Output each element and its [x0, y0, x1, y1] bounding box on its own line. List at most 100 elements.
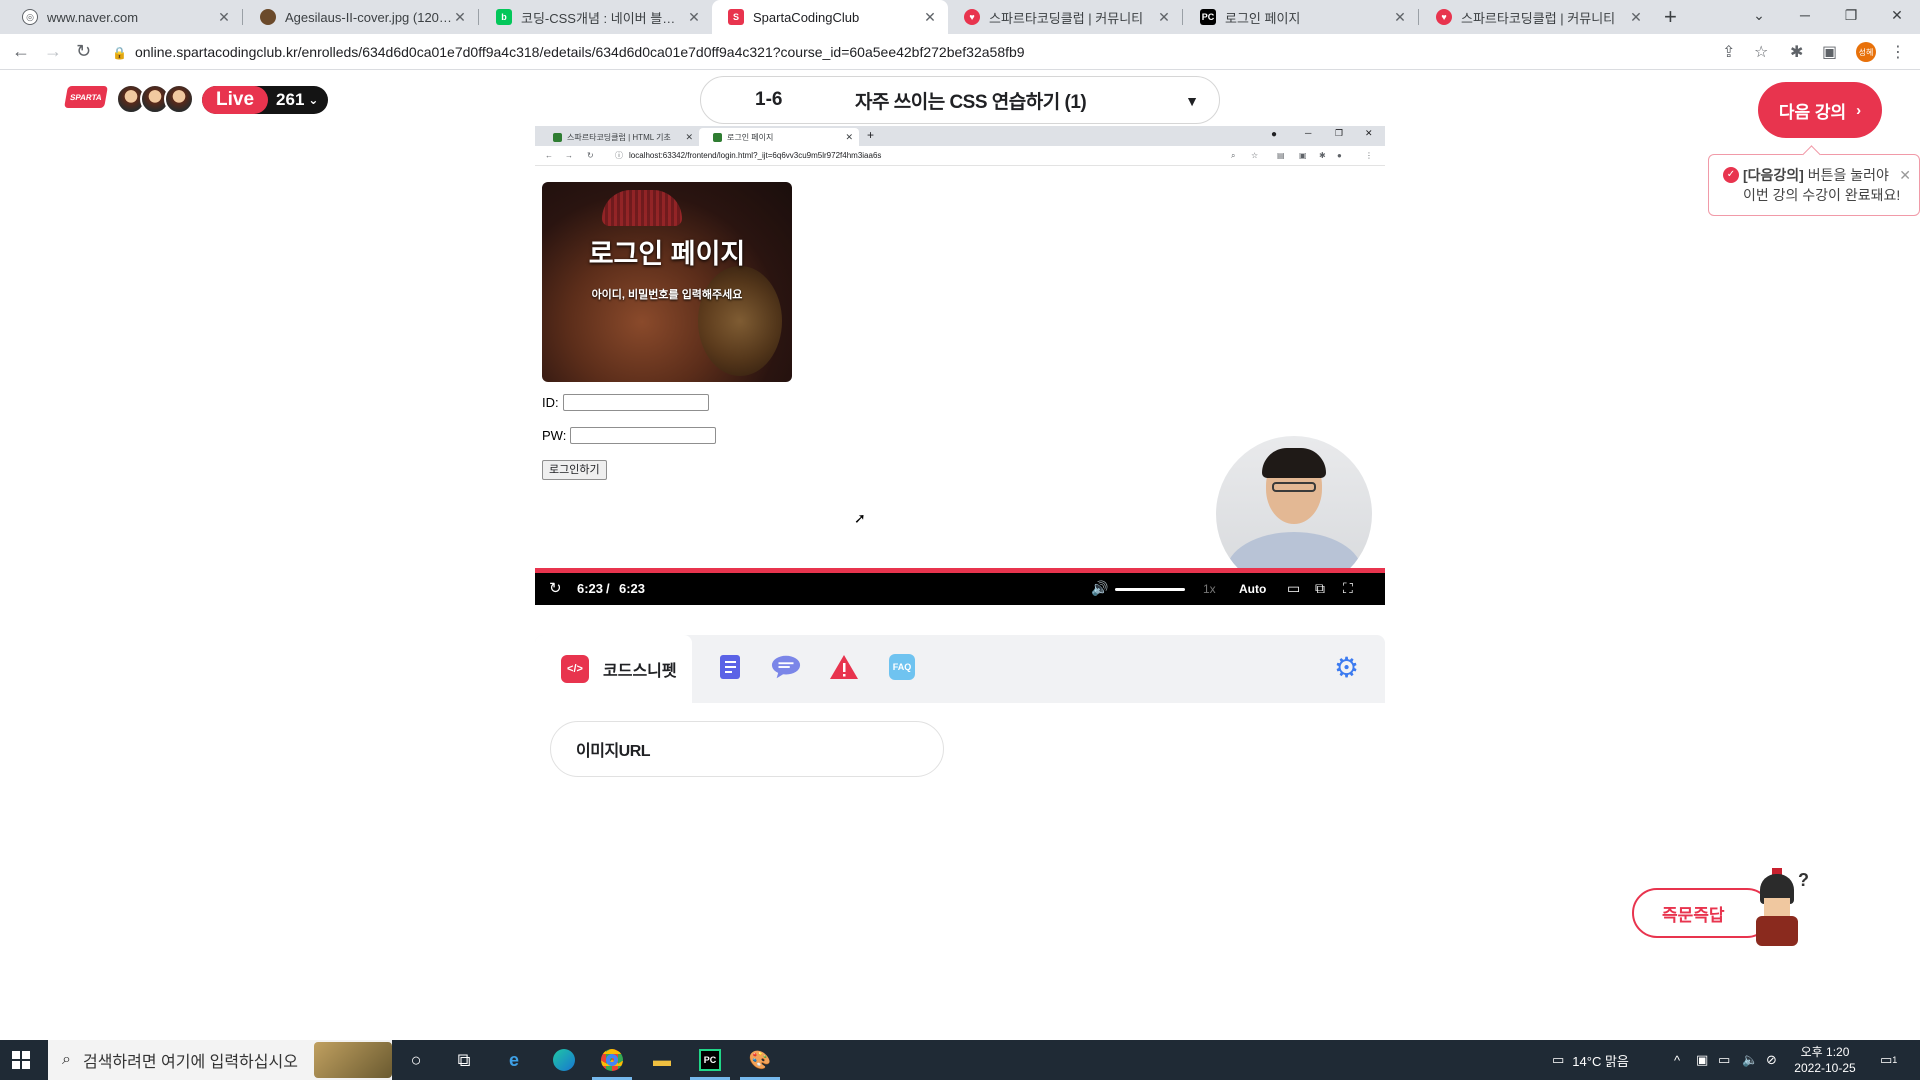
- close-icon[interactable]: ✕: [1899, 165, 1911, 185]
- close-icon[interactable]: ✕: [1628, 9, 1644, 26]
- tab-divider: [242, 9, 243, 25]
- chevron-down-icon[interactable]: ▼: [1179, 88, 1205, 114]
- bookmark-star-icon[interactable]: ☆: [1754, 42, 1768, 62]
- qa-label: 즉문즉답: [1662, 905, 1725, 925]
- network-icon[interactable]: ▭: [1718, 1040, 1730, 1080]
- menu-kebab-icon: ⋮: [1365, 151, 1373, 160]
- lock-icon: 🔒: [112, 46, 127, 60]
- restore-icon[interactable]: ❐: [1828, 0, 1874, 30]
- next-lesson-button[interactable]: 다음 강의 ›: [1758, 82, 1882, 138]
- mute-icon[interactable]: ⊘: [1766, 1040, 1777, 1080]
- tooltip-bold: [다음강의]: [1743, 167, 1804, 183]
- browser-tab-community-2[interactable]: ♥ 스파르타코딩클럽 | 커뮤니티 ✕: [1420, 0, 1654, 34]
- side-panel-icon[interactable]: ▣: [1822, 42, 1837, 62]
- browser-tab-login-page[interactable]: PC 로그인 페이지 ✕: [1184, 0, 1418, 34]
- video-tab: 스파르타코딩클럽 | HTML 기초 ✕: [539, 128, 699, 146]
- playback-speed[interactable]: 1x: [1203, 582, 1216, 596]
- restore-icon: ❐: [1335, 128, 1344, 138]
- browser-tab-image[interactable]: Agesilaus-II-cover.jpg (1200×6... ✕: [244, 0, 478, 34]
- profile-icon: ●: [1337, 151, 1342, 160]
- tooltip-rest: 버튼을 눌러야: [1803, 167, 1889, 183]
- heart-icon: ♥: [1436, 9, 1452, 25]
- tab-code-snippet[interactable]: </> 코드스니펫: [535, 635, 692, 703]
- tab-label: 코드스니펫: [603, 663, 677, 680]
- profile-avatar[interactable]: 성혜: [1856, 42, 1876, 62]
- spartan-mascot-icon[interactable]: ?: [1742, 868, 1812, 948]
- back-icon[interactable]: ←: [12, 41, 30, 62]
- file-explorer-icon[interactable]: ▬: [648, 1046, 676, 1074]
- volume-slider[interactable]: [1115, 588, 1185, 591]
- tray-expand-icon[interactable]: ^: [1674, 1040, 1680, 1080]
- fullscreen-icon[interactable]: ⛶: [1343, 580, 1353, 597]
- tab-search-icon[interactable]: ⌄: [1736, 0, 1782, 30]
- camera-icon[interactable]: ▣: [1696, 1040, 1708, 1080]
- pip-icon[interactable]: ⧉: [1315, 580, 1325, 597]
- live-count: 261: [276, 90, 305, 109]
- minimize-icon[interactable]: ─: [1782, 0, 1828, 30]
- warning-icon[interactable]: [829, 652, 859, 682]
- share-icon[interactable]: ⇪: [1722, 42, 1735, 62]
- notification-icon[interactable]: ▭ 1: [1880, 1040, 1897, 1080]
- faq-icon[interactable]: FAQ: [887, 652, 917, 682]
- weather-widget[interactable]: ▭ 14°C 맑음: [1552, 1040, 1629, 1080]
- live-badge[interactable]: Live 261 ⌄: [202, 86, 329, 114]
- new-tab-icon: +: [867, 128, 875, 142]
- replay-icon[interactable]: ↻: [549, 579, 562, 597]
- paint-icon[interactable]: 🎨: [746, 1046, 774, 1074]
- volume-icon[interactable]: 🔊: [1091, 580, 1108, 597]
- video-player[interactable]: 스파르타코딩클럽 | HTML 기초 ✕ 로그인 페이지 ✕ + ● ─ ❐ ✕…: [535, 126, 1385, 605]
- internet-explorer-icon[interactable]: e: [500, 1046, 528, 1074]
- globe-icon: ◎: [22, 9, 38, 25]
- url-text: online.spartacodingclub.kr/enrolleds/634…: [134, 44, 1025, 60]
- system-clock[interactable]: 오후 1:20 2022-10-25: [1790, 1044, 1860, 1076]
- id-label: ID:: [542, 395, 559, 410]
- close-window-icon[interactable]: ✕: [1874, 0, 1920, 30]
- snippet-item[interactable]: 이미지URL: [550, 721, 944, 777]
- close-icon[interactable]: ✕: [216, 9, 232, 26]
- task-view-icon[interactable]: ⧉: [450, 1046, 478, 1074]
- close-icon[interactable]: ✕: [452, 9, 468, 26]
- edge-icon[interactable]: [550, 1046, 578, 1074]
- new-tab-icon[interactable]: +: [1664, 4, 1677, 30]
- lesson-selector[interactable]: 1-6 자주 쓰이는 CSS 연습하기 (1) ▼: [700, 76, 1220, 124]
- tab-title: www.naver.com: [47, 9, 139, 25]
- menu-kebab-icon[interactable]: ⋮: [1890, 42, 1906, 62]
- close-icon[interactable]: ✕: [1156, 9, 1172, 26]
- tab-title: 코딩-CSS개념 : 네이버 블로그: [521, 10, 686, 26]
- browser-tab-blog[interactable]: b 코딩-CSS개념 : 네이버 블로그 ✕: [480, 0, 712, 34]
- chrome-icon[interactable]: [598, 1046, 626, 1074]
- address-bar: ← → ↻ 🔒 online.spartacodingclub.kr/enroll…: [0, 34, 1920, 70]
- forward-icon[interactable]: →: [44, 41, 62, 62]
- video-address-bar: ← → ↻ ⓘ localhost:63342/frontend/login.h…: [535, 146, 1385, 166]
- video-tab-title: 스파르타코딩클럽 | HTML 기초: [567, 132, 671, 142]
- quality-selector[interactable]: Auto: [1239, 582, 1266, 596]
- video-browser-tabs: 스파르타코딩클럽 | HTML 기초 ✕ 로그인 페이지 ✕ + ● ─ ❐ ✕: [535, 126, 1385, 146]
- forward-icon: →: [565, 151, 573, 160]
- tab-divider: [1418, 9, 1419, 25]
- windows-start-icon[interactable]: [12, 1051, 30, 1069]
- captions-icon[interactable]: ▭: [1287, 580, 1300, 597]
- close-icon[interactable]: ✕: [1392, 9, 1408, 26]
- browser-tab-community[interactable]: ♥ 스파르타코딩클럽 | 커뮤니티 ✕: [948, 0, 1182, 34]
- note-icon[interactable]: [715, 652, 745, 682]
- volume-icon[interactable]: 🔈: [1742, 1040, 1758, 1080]
- close-icon[interactable]: ✕: [686, 9, 702, 26]
- close-icon: ✕: [845, 131, 853, 142]
- cortana-icon[interactable]: ○: [402, 1046, 430, 1074]
- chat-icon[interactable]: [771, 652, 801, 682]
- video-url: localhost:63342/frontend/login.html?_ijt…: [629, 151, 882, 160]
- taskbar-search[interactable]: ⌕ 검색하려면 여기에 입력하십시오: [48, 1040, 392, 1080]
- browser-tab-spartacodingclub[interactable]: S SpartaCodingClub ✕: [712, 0, 948, 34]
- extension-icon: ▣: [1299, 151, 1307, 160]
- sparta-logo[interactable]: SPARTA: [64, 86, 108, 108]
- settings-icon[interactable]: ⚙: [1334, 651, 1359, 684]
- reload-icon[interactable]: ↻: [76, 41, 91, 62]
- tab-divider: [478, 9, 479, 25]
- browser-tab-naver[interactable]: ◎ www.naver.com ✕: [6, 0, 242, 34]
- extensions-icon: ✱: [1319, 151, 1326, 160]
- extensions-icon[interactable]: ✱: [1790, 42, 1803, 62]
- pycharm-icon[interactable]: PC: [696, 1046, 724, 1074]
- url-field[interactable]: 🔒 online.spartacodingclub.kr/enrolleds/63…: [112, 40, 1722, 64]
- close-icon[interactable]: ✕: [922, 9, 938, 26]
- duration: 6:23: [619, 581, 646, 596]
